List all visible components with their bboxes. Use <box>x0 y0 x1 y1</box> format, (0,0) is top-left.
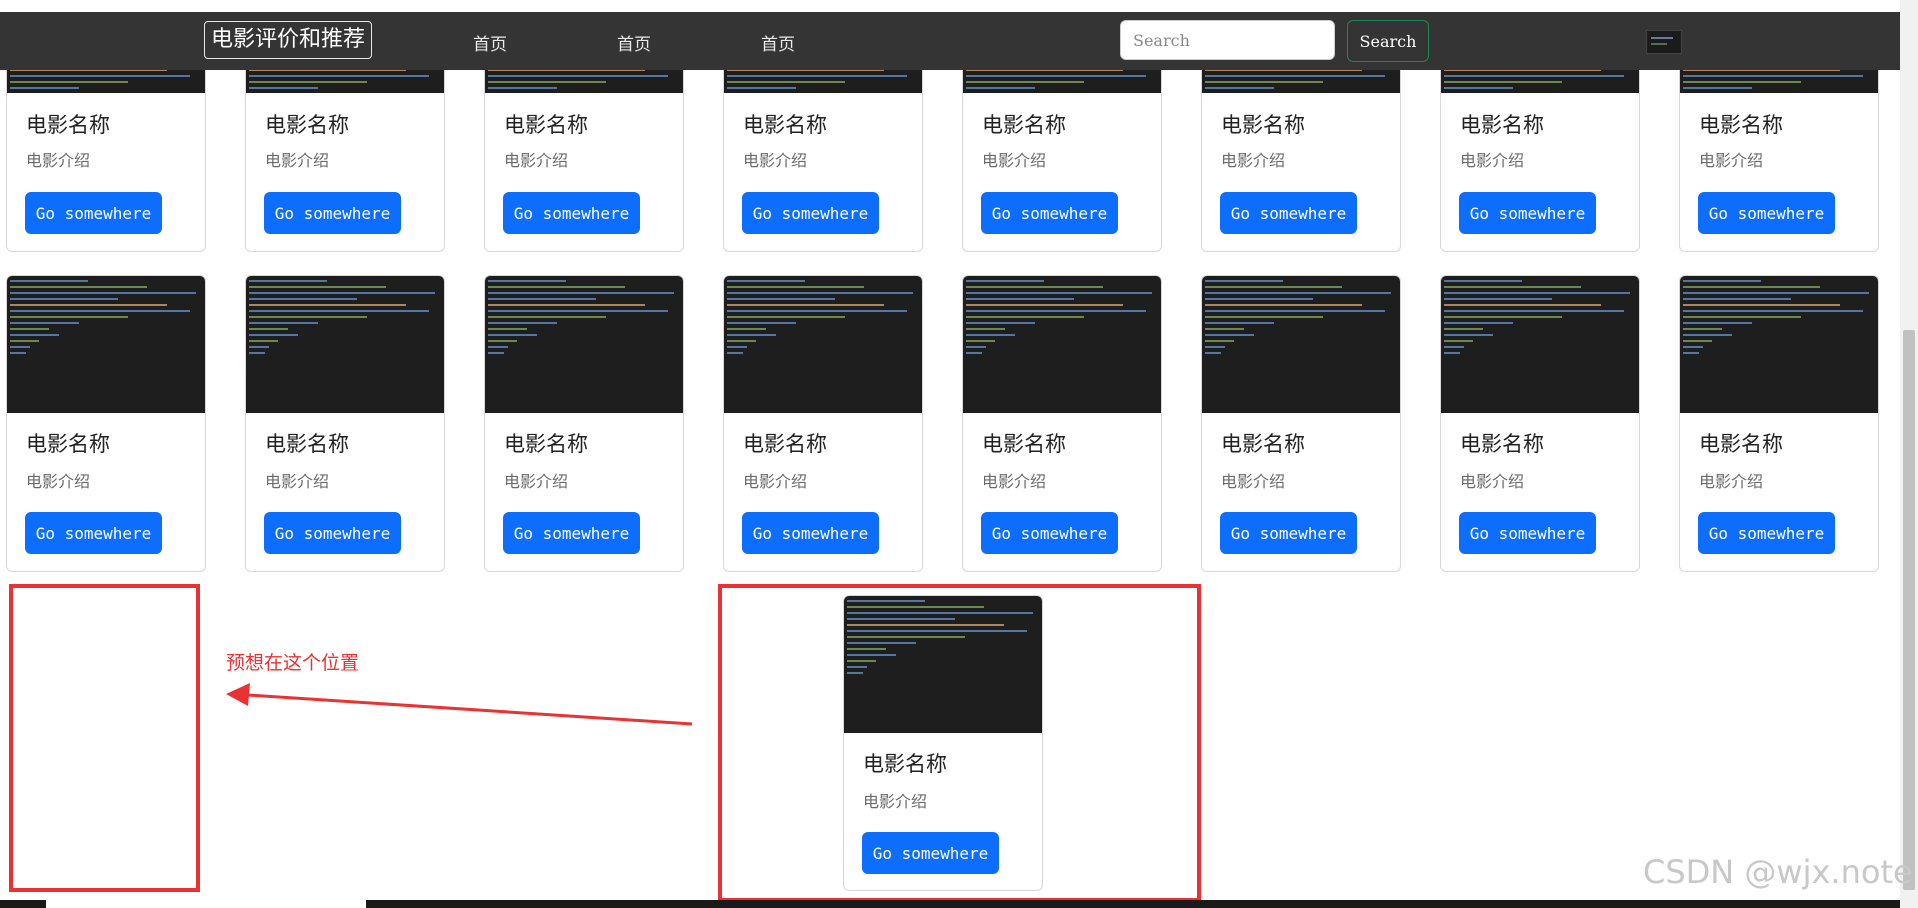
navbar-brand[interactable]: 电影评价和推荐 <box>204 21 373 59</box>
search-input[interactable] <box>1120 20 1335 60</box>
taskbar-strip <box>0 900 1900 908</box>
arrow-icon <box>226 683 693 726</box>
search-button[interactable]: Search <box>1347 20 1429 62</box>
nav-link-home-1[interactable]: 首页 <box>473 30 507 55</box>
arrow-head <box>226 683 250 706</box>
scrollbar-thumb[interactable] <box>1903 330 1915 890</box>
nav-link-home-3[interactable]: 首页 <box>761 30 795 55</box>
nav-link-home-2[interactable]: 首页 <box>617 30 651 55</box>
avatar[interactable] <box>1646 30 1682 54</box>
watermark: CSDN @wjx.note <box>1643 853 1913 891</box>
navbar: 电影评价和推荐 首页 首页 首页 Search <box>0 12 1900 70</box>
arrow-shaft <box>247 693 693 726</box>
